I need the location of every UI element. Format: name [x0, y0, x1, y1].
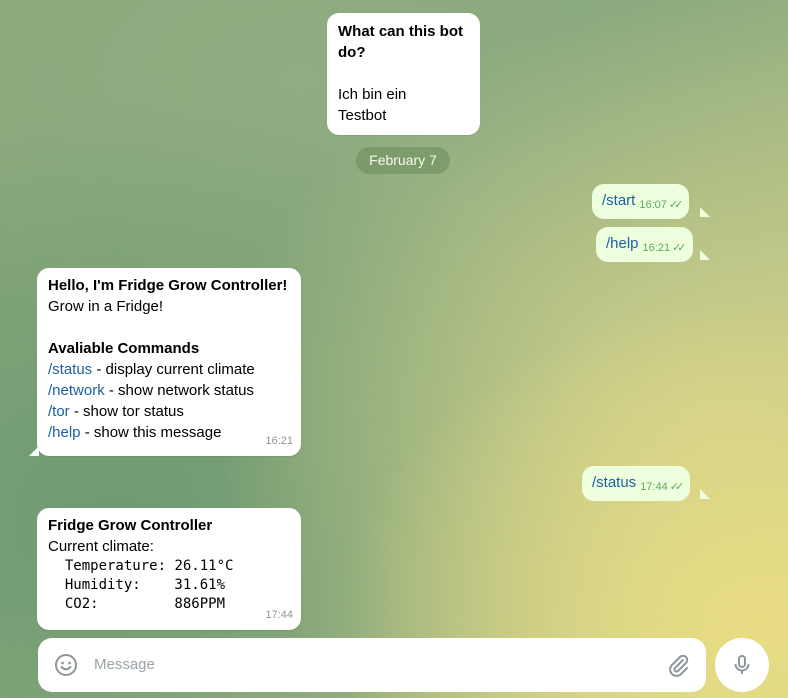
command-link[interactable]: /tor — [48, 403, 70, 420]
climate-value: 886PPM — [98, 596, 226, 612]
climate-label: Humidity: — [48, 577, 141, 593]
help-heading: Avaliable Commands — [48, 340, 200, 357]
bubble-tail — [29, 446, 39, 456]
intro-title-line2: do? — [338, 44, 366, 61]
climate-row: Humidity: 31.61% — [48, 576, 233, 595]
bot-help-message: Hello, I'm Fridge Grow Controller! Grow … — [37, 268, 301, 456]
status-title: Fridge Grow Controller — [48, 517, 213, 534]
message-text: /help — [606, 235, 639, 252]
intro-body-line1: Ich bin ein — [338, 86, 407, 103]
message-time: 16:21 — [265, 435, 293, 447]
command-row: /tor - show tor status — [48, 401, 287, 422]
paperclip-icon[interactable] — [666, 653, 690, 682]
message-text: /start — [602, 192, 636, 209]
help-greeting: Hello, I'm Fridge Grow Controller! — [48, 277, 288, 294]
bot-status-message: Fridge Grow Controller Current climate: … — [37, 508, 301, 630]
outgoing-message: /status 17:44 ✓✓ — [582, 466, 691, 501]
bubble-tail — [700, 207, 710, 217]
help-tagline: Grow in a Fridge! — [48, 298, 164, 315]
status-subtitle: Current climate: — [48, 538, 154, 555]
climate-row: Temperature: 26.11°C — [48, 557, 234, 576]
outgoing-message: /start 16:07 ✓✓ — [592, 184, 690, 219]
intro-body-line2: Testbot — [338, 107, 387, 124]
command-link[interactable]: /network — [48, 382, 105, 399]
climate-label: Temperature: — [48, 558, 167, 574]
climate-value: 31.61% — [140, 577, 226, 593]
command-desc: - show network status — [104, 382, 254, 399]
outgoing-message: /help 16:21 ✓✓ — [596, 227, 693, 262]
double-check-icon: ✓✓ — [672, 242, 687, 254]
command-desc: - show this message — [80, 424, 222, 441]
microphone-button[interactable] — [715, 638, 769, 692]
command-link[interactable]: /help — [48, 424, 81, 441]
command-row: /network - show network status — [48, 380, 287, 401]
message-time: 17:44 — [265, 609, 293, 621]
message-time: 17:44 — [640, 481, 668, 493]
climate-label: CO2: — [48, 596, 99, 612]
message-input[interactable]: Message — [94, 656, 155, 673]
date-separator: February 7 — [356, 147, 450, 174]
command-desc: - show tor status — [69, 403, 184, 420]
intro-title-line1: What can this bot — [338, 23, 463, 40]
command-row: /status - display current climate — [48, 359, 287, 380]
message-text: /status — [592, 474, 637, 491]
climate-value: 26.11°C — [166, 558, 234, 574]
message-time: 16:07 — [639, 199, 667, 211]
command-desc: - display current climate — [92, 361, 255, 378]
message-time: 16:21 — [642, 242, 671, 254]
bubble-tail — [700, 250, 710, 260]
command-row: /help - show this message — [48, 422, 287, 443]
climate-row: CO2: 886PPM — [48, 595, 233, 614]
bubble-tail — [700, 489, 710, 499]
double-check-icon: ✓✓ — [669, 481, 685, 493]
emoji-icon[interactable] — [54, 653, 78, 682]
message-composer[interactable]: Message — [38, 638, 706, 692]
microphone-icon — [730, 653, 754, 682]
double-check-icon: ✓✓ — [668, 199, 684, 211]
bot-intro-bubble: What can this bot do? Ich bin ein Testbo… — [327, 13, 480, 135]
command-link[interactable]: /status — [48, 361, 92, 378]
